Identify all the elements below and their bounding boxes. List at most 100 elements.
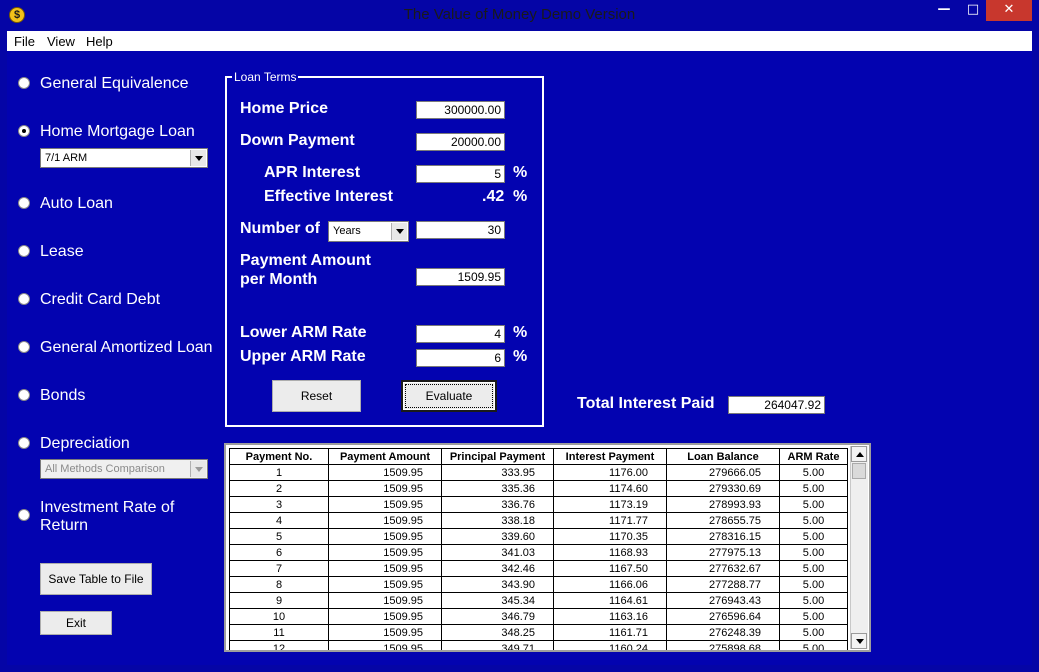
mortgage-type-select[interactable]: 7/1 ARM bbox=[40, 148, 208, 168]
table-cell[interactable]: 5 bbox=[229, 528, 329, 545]
table-cell[interactable]: 5.00 bbox=[779, 560, 848, 577]
upper-arm-rate-field[interactable]: 6 bbox=[416, 349, 505, 367]
table-row[interactable]: 8 1509.95 343.90 1166.06 277288.77 5.00 bbox=[229, 576, 848, 593]
table-cell[interactable]: 1176.00 bbox=[553, 464, 667, 481]
table-cell[interactable]: 4 bbox=[229, 512, 329, 529]
table-cell[interactable]: 1163.16 bbox=[553, 608, 667, 625]
option-label-investment-rate-line2[interactable]: Return bbox=[40, 517, 88, 535]
table-cell[interactable]: 1167.50 bbox=[553, 560, 667, 577]
table-cell[interactable]: 1166.06 bbox=[553, 576, 667, 593]
radio-depreciation[interactable] bbox=[18, 437, 30, 449]
table-cell[interactable]: 1171.77 bbox=[553, 512, 667, 529]
table-row[interactable]: 7 1509.95 342.46 1167.50 277632.67 5.00 bbox=[229, 560, 848, 577]
table-cell[interactable]: 1164.61 bbox=[553, 592, 667, 609]
table-cell[interactable]: 5.00 bbox=[779, 624, 848, 641]
column-header[interactable]: Principal Payment bbox=[441, 448, 554, 465]
table-cell[interactable]: 2 bbox=[229, 480, 329, 497]
table-cell[interactable]: 276248.39 bbox=[666, 624, 780, 641]
minimize-icon[interactable]: — bbox=[928, 0, 960, 21]
table-cell[interactable]: 1509.95 bbox=[328, 464, 442, 481]
radio-bonds[interactable] bbox=[18, 389, 30, 401]
chevron-down-icon[interactable] bbox=[190, 150, 206, 166]
scroll-down-icon[interactable] bbox=[851, 633, 867, 649]
table-cell[interactable]: 5.00 bbox=[779, 512, 848, 529]
table-cell[interactable]: 338.18 bbox=[441, 512, 554, 529]
table-cell[interactable]: 7 bbox=[229, 560, 329, 577]
table-cell[interactable]: 11 bbox=[229, 624, 329, 641]
column-header[interactable]: ARM Rate bbox=[779, 448, 848, 465]
table-cell[interactable]: 1168.93 bbox=[553, 544, 667, 561]
close-icon[interactable]: ✕ bbox=[986, 0, 1032, 21]
table-cell[interactable]: 277632.67 bbox=[666, 560, 780, 577]
table-cell[interactable]: 278655.75 bbox=[666, 512, 780, 529]
table-cell[interactable]: 1161.71 bbox=[553, 624, 667, 641]
table-cell[interactable]: 5.00 bbox=[779, 640, 848, 650]
radio-lease[interactable] bbox=[18, 245, 30, 257]
radio-credit-card-debt[interactable] bbox=[18, 293, 30, 305]
table-row[interactable]: 5 1509.95 339.60 1170.35 278316.15 5.00 bbox=[229, 528, 848, 545]
total-interest-field[interactable]: 264047.92 bbox=[728, 396, 825, 414]
table-row[interactable]: 2 1509.95 335.36 1174.60 279330.69 5.00 bbox=[229, 480, 848, 497]
table-cell[interactable]: 1509.95 bbox=[328, 512, 442, 529]
table-cell[interactable]: 1509.95 bbox=[328, 560, 442, 577]
option-label-general-equivalence[interactable]: General Equivalence bbox=[40, 75, 189, 93]
table-cell[interactable]: 335.36 bbox=[441, 480, 554, 497]
menu-view[interactable]: View bbox=[47, 34, 75, 49]
table-cell[interactable]: 1509.95 bbox=[328, 640, 442, 650]
menu-file[interactable]: File bbox=[14, 34, 35, 49]
table-cell[interactable]: 342.46 bbox=[441, 560, 554, 577]
table-cell[interactable]: 1509.95 bbox=[328, 624, 442, 641]
table-cell[interactable]: 349.71 bbox=[441, 640, 554, 650]
table-row[interactable]: 10 1509.95 346.79 1163.16 276596.64 5.00 bbox=[229, 608, 848, 625]
option-label-lease[interactable]: Lease bbox=[40, 243, 84, 261]
table-cell[interactable]: 341.03 bbox=[441, 544, 554, 561]
table-cell[interactable]: 1170.35 bbox=[553, 528, 667, 545]
table-cell[interactable]: 1160.24 bbox=[553, 640, 667, 650]
table-row[interactable]: 3 1509.95 336.76 1173.19 278993.93 5.00 bbox=[229, 496, 848, 513]
table-row[interactable]: 12 1509.95 349.71 1160.24 275898.68 5.00 bbox=[229, 640, 848, 650]
table-cell[interactable]: 1509.95 bbox=[328, 592, 442, 609]
radio-general-amortized-loan[interactable] bbox=[18, 341, 30, 353]
table-cell[interactable]: 276596.64 bbox=[666, 608, 780, 625]
table-cell[interactable]: 3 bbox=[229, 496, 329, 513]
vertical-scrollbar[interactable] bbox=[850, 446, 868, 649]
table-cell[interactable]: 8 bbox=[229, 576, 329, 593]
table-cell[interactable]: 6 bbox=[229, 544, 329, 561]
exit-button[interactable]: Exit bbox=[40, 611, 112, 635]
column-header[interactable]: Payment Amount bbox=[328, 448, 442, 465]
table-cell[interactable]: 348.25 bbox=[441, 624, 554, 641]
table-cell[interactable]: 12 bbox=[229, 640, 329, 650]
scroll-up-icon[interactable] bbox=[851, 446, 867, 462]
table-cell[interactable]: 5.00 bbox=[779, 528, 848, 545]
table-cell[interactable]: 346.79 bbox=[441, 608, 554, 625]
option-label-auto-loan[interactable]: Auto Loan bbox=[40, 195, 113, 213]
amortization-table[interactable]: Payment No. Payment Amount Principal Pay… bbox=[224, 443, 871, 652]
table-cell[interactable]: 1174.60 bbox=[553, 480, 667, 497]
option-label-depreciation[interactable]: Depreciation bbox=[40, 435, 130, 453]
table-cell[interactable]: 1509.95 bbox=[328, 544, 442, 561]
table-cell[interactable]: 5.00 bbox=[779, 496, 848, 513]
reset-button[interactable]: Reset bbox=[272, 380, 361, 412]
save-table-button[interactable]: Save Table to File bbox=[40, 563, 152, 595]
table-row[interactable]: 4 1509.95 338.18 1171.77 278655.75 5.00 bbox=[229, 512, 848, 529]
chevron-down-icon[interactable] bbox=[391, 223, 407, 240]
option-label-investment-rate-line1[interactable]: Investment Rate of bbox=[40, 499, 174, 517]
table-cell[interactable]: 333.95 bbox=[441, 464, 554, 481]
table-row[interactable]: 1 1509.95 333.95 1176.00 279666.05 5.00 bbox=[229, 464, 848, 481]
table-cell[interactable]: 1 bbox=[229, 464, 329, 481]
radio-general-equivalence[interactable] bbox=[18, 77, 30, 89]
option-label-general-amortized-loan[interactable]: General Amortized Loan bbox=[40, 339, 213, 357]
home-price-field[interactable]: 300000.00 bbox=[416, 101, 505, 119]
table-cell[interactable]: 5.00 bbox=[779, 480, 848, 497]
menu-help[interactable]: Help bbox=[86, 34, 113, 49]
table-cell[interactable]: 5.00 bbox=[779, 592, 848, 609]
table-row[interactable]: 9 1509.95 345.34 1164.61 276943.43 5.00 bbox=[229, 592, 848, 609]
table-cell[interactable]: 339.60 bbox=[441, 528, 554, 545]
radio-investment-rate-of-return[interactable] bbox=[18, 509, 30, 521]
table-cell[interactable]: 1173.19 bbox=[553, 496, 667, 513]
table-cell[interactable]: 343.90 bbox=[441, 576, 554, 593]
scroll-thumb[interactable] bbox=[852, 463, 866, 479]
option-label-credit-card-debt[interactable]: Credit Card Debt bbox=[40, 291, 160, 309]
table-cell[interactable]: 345.34 bbox=[441, 592, 554, 609]
table-cell[interactable]: 276943.43 bbox=[666, 592, 780, 609]
